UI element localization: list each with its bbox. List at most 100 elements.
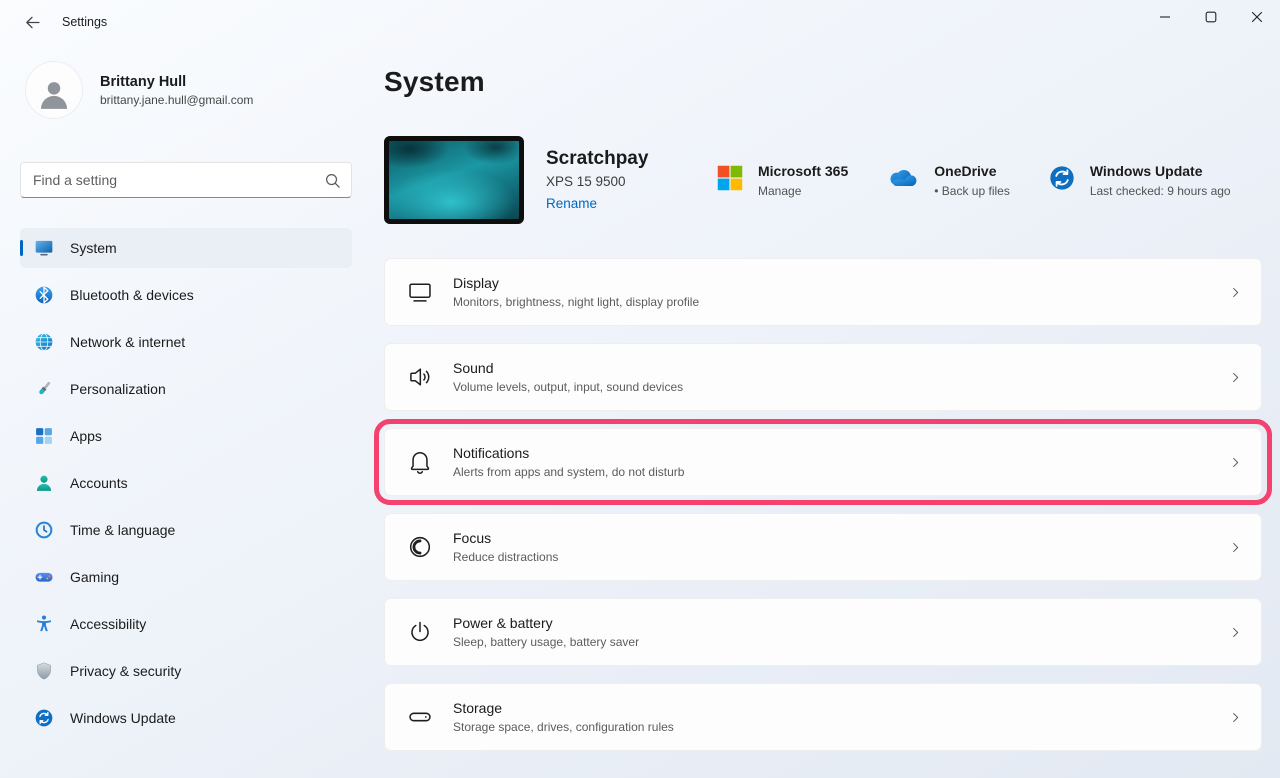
notifications-bell-icon [407,449,433,475]
row-title: Power & battery [453,615,639,631]
card-subtitle: • Back up files [934,184,1010,198]
row-title: Storage [453,700,674,716]
sidebar-item-bluetooth-devices[interactable]: Bluetooth & devices [20,275,352,315]
sidebar-item-accounts[interactable]: Accounts [20,463,352,503]
row-text: Notifications Alerts from apps and syste… [453,445,684,479]
globe-icon [34,332,54,352]
row-text: Storage Storage space, drives, configura… [453,700,674,734]
settings-row-sound[interactable]: Sound Volume levels, output, input, soun… [384,343,1262,411]
row-subtitle: Alerts from apps and system, do not dist… [453,465,684,479]
card-subtitle: Last checked: 9 hours ago [1090,184,1231,198]
user-profile[interactable]: Brittany Hull brittany.jane.hull@gmail.c… [26,62,352,118]
settings-row-display[interactable]: Display Monitors, brightness, night ligh… [384,258,1262,326]
row-subtitle: Sleep, battery usage, battery saver [453,635,639,649]
sidebar-item-label: Apps [70,428,102,444]
minimize-icon [1159,11,1171,23]
back-button[interactable] [16,7,48,37]
settings-row-wrap: Display Monitors, brightness, night ligh… [384,258,1262,326]
sound-speaker-icon [407,364,433,390]
settings-row-wrap: Sound Volume levels, output, input, soun… [384,343,1262,411]
row-text: Display Monitors, brightness, night ligh… [453,275,699,309]
row-title: Display [453,275,699,291]
card-title: Microsoft 365 [758,163,848,179]
device-overview: Scratchpay XPS 15 9500 Rename Microsoft … [384,136,1262,224]
onedrive-card[interactable]: OneDrive • Back up files [886,163,1010,198]
sidebar-item-time-language[interactable]: Time & language [20,510,352,550]
sidebar-item-label: Gaming [70,569,119,585]
search-box[interactable] [20,162,352,198]
storage-drive-icon [407,704,433,730]
sidebar-item-network-internet[interactable]: Network & internet [20,322,352,362]
settings-row-wrap: Power & battery Sleep, battery usage, ba… [384,598,1262,666]
sidebar-item-gaming[interactable]: Gaming [20,557,352,597]
accessibility-person-icon [34,614,54,634]
sidebar-item-privacy-security[interactable]: Privacy & security [20,651,352,691]
settings-row-wrap: Storage Storage space, drives, configura… [384,683,1262,751]
user-email: brittany.jane.hull@gmail.com [100,93,253,107]
avatar [26,62,82,118]
chevron-right-icon [1228,710,1243,725]
settings-window: Settings [0,0,1280,44]
person-icon [37,69,71,111]
window-controls [1142,0,1280,34]
device-name: Scratchpay [546,148,678,170]
sidebar-item-windows-update[interactable]: Windows Update [20,698,352,738]
card-title: Windows Update [1090,163,1231,179]
device-image [384,136,524,224]
row-text: Power & battery Sleep, battery usage, ba… [453,615,639,649]
clock-icon [34,520,54,540]
microsoft-365-card[interactable]: Microsoft 365 Manage [716,163,848,198]
sidebar-item-accessibility[interactable]: Accessibility [20,604,352,644]
focus-icon [407,534,433,560]
chevron-right-icon [1228,625,1243,640]
window-title: Settings [62,15,107,29]
power-icon [407,619,433,645]
sidebar-item-label: Privacy & security [70,663,181,679]
sidebar-item-label: Time & language [70,522,175,538]
shield-icon [34,661,54,681]
user-name: Brittany Hull [100,74,253,90]
page-title: System [384,66,1262,98]
settings-row-wrap-notifications: Notifications Alerts from apps and syste… [384,428,1262,496]
row-subtitle: Volume levels, output, input, sound devi… [453,380,683,394]
sidebar-item-system[interactable]: System [20,228,352,268]
chevron-right-icon [1228,455,1243,470]
chevron-right-icon [1228,285,1243,300]
device-info: Scratchpay XPS 15 9500 Rename [546,148,678,213]
sidebar-item-label: Personalization [70,381,166,397]
maximize-icon [1205,11,1217,23]
apps-grid-icon [34,426,54,446]
sidebar-item-label: Windows Update [70,710,176,726]
card-title: OneDrive [934,163,1010,179]
maximize-button[interactable] [1188,0,1234,34]
back-arrow-icon [24,14,41,31]
settings-row-storage[interactable]: Storage Storage space, drives, configura… [384,683,1262,751]
windows-update-card[interactable]: Windows Update Last checked: 9 hours ago [1048,163,1231,198]
sidebar-item-personalization[interactable]: Personalization [20,369,352,409]
settings-row-notifications[interactable]: Notifications Alerts from apps and syste… [384,428,1262,496]
settings-row-wrap: Focus Reduce distractions [384,513,1262,581]
main-content: System Scratchpay XPS 15 9500 Rename Mic… [384,44,1262,751]
windows-update-text: Windows Update Last checked: 9 hours ago [1090,163,1231,198]
row-text: Focus Reduce distractions [453,530,558,564]
sidebar-item-label: Accessibility [70,616,146,632]
settings-row-focus[interactable]: Focus Reduce distractions [384,513,1262,581]
chevron-right-icon [1228,370,1243,385]
row-subtitle: Reduce distractions [453,550,558,564]
search-icon [323,171,342,190]
row-title: Focus [453,530,558,546]
titlebar: Settings [0,0,1280,44]
sidebar-item-apps[interactable]: Apps [20,416,352,456]
onedrive-cloud-icon [886,164,920,192]
sidebar-item-label: System [70,240,117,256]
row-subtitle: Storage space, drives, configuration rul… [453,720,674,734]
paintbrush-icon [34,379,54,399]
minimize-button[interactable] [1142,0,1188,34]
row-title: Notifications [453,445,684,461]
close-button[interactable] [1234,0,1280,34]
search-input[interactable] [21,163,351,197]
rename-link[interactable]: Rename [546,196,597,211]
settings-row-power-battery[interactable]: Power & battery Sleep, battery usage, ba… [384,598,1262,666]
chevron-right-icon [1228,540,1243,555]
windows-update-icon [34,708,54,728]
